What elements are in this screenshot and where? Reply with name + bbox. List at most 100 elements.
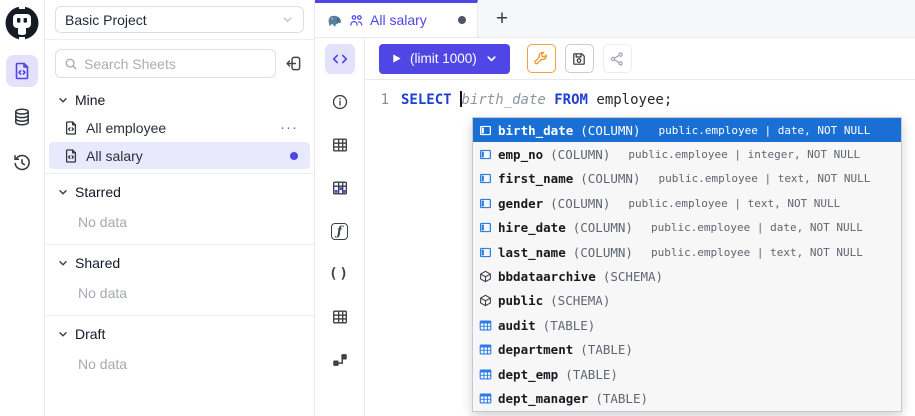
empty-state-text: No data [45, 347, 314, 382]
chevron-down-icon [485, 52, 498, 65]
ghost-suggestion-text: birth_date [462, 92, 546, 108]
chevron-down-icon [57, 94, 69, 106]
suggest-item[interactable]: dept_emp (TABLE) [473, 362, 901, 386]
suggest-item[interactable]: emp_no (COLUMN) public.employee | intege… [473, 142, 901, 166]
active-sheet-dot [290, 152, 298, 160]
rail-history-button[interactable] [6, 147, 38, 179]
main-body: ƒ () [315, 38, 915, 416]
empty-state-text: No data [45, 276, 314, 311]
suggest-item[interactable]: hire_date (COLUMN) public.employee | dat… [473, 216, 901, 240]
table-icon [479, 368, 492, 381]
table-icon [479, 392, 492, 405]
suggest-item[interactable]: birth_date (COLUMN) public.employee | da… [473, 118, 901, 142]
rail-databases-button[interactable] [6, 101, 38, 133]
search-sheets-input[interactable] [84, 56, 267, 72]
sheet-code-icon [12, 61, 32, 81]
section-mine[interactable]: Mine [45, 86, 314, 113]
column-icon [479, 197, 492, 210]
column-icon [479, 148, 492, 161]
column-icon [479, 221, 492, 234]
suggest-item[interactable]: first_name (COLUMN) public.employee | te… [473, 167, 901, 191]
column-icon [479, 246, 492, 259]
column-icon [479, 124, 492, 137]
sheet-icon [63, 148, 79, 164]
sheet-item-label: All salary [86, 148, 283, 164]
sheet-item-all-employee[interactable]: All employee ··· [49, 114, 310, 141]
table-highlight-icon [331, 179, 349, 197]
share-button[interactable] [603, 44, 632, 73]
left-rail [0, 0, 45, 416]
strip-code-button[interactable] [325, 44, 355, 74]
autocomplete-dropdown: birth_date (COLUMN) public.employee | da… [472, 117, 902, 412]
section-draft[interactable]: Draft [45, 320, 314, 347]
table-icon [479, 343, 492, 356]
empty-state-text: No data [45, 205, 314, 240]
project-select-row: Basic Project [45, 0, 314, 40]
sheet-item-label: All employee [86, 120, 273, 136]
strip-tables-button[interactable] [325, 130, 355, 160]
play-icon [391, 53, 402, 64]
add-tab-button[interactable]: + [487, 4, 517, 34]
main-area: All salary + [315, 0, 915, 416]
section-starred[interactable]: Starred [45, 178, 314, 205]
editor-column: (limit 1000) [365, 38, 915, 416]
table-icon [479, 319, 492, 332]
strip-table-data-button[interactable] [325, 173, 355, 203]
section-label: Mine [75, 92, 105, 108]
suggest-item[interactable]: gender (COLUMN) public.employee | text, … [473, 191, 901, 215]
editor-toolbar: (limit 1000) [365, 38, 915, 80]
unsaved-indicator-dot [458, 16, 466, 24]
chevron-down-icon [57, 328, 69, 340]
import-sheet-button[interactable] [283, 53, 304, 74]
tab-bar: All salary + [315, 0, 915, 38]
parentheses-icon: () [329, 266, 350, 282]
strip-schema-diagram-button[interactable] [325, 345, 355, 375]
suggest-item[interactable]: department (TABLE) [473, 338, 901, 362]
info-icon [331, 93, 349, 111]
bytebase-logo-icon[interactable] [4, 5, 40, 41]
sheet-item-all-salary[interactable]: All salary [49, 142, 310, 169]
run-query-button[interactable]: (limit 1000) [379, 44, 510, 74]
sheet-sidebar: Basic Project [45, 0, 315, 416]
code-icon [331, 50, 349, 68]
format-sql-button[interactable] [527, 44, 556, 73]
chevron-down-icon [57, 186, 69, 198]
suggest-item[interactable]: bbdataarchive (SCHEMA) [473, 264, 901, 288]
sql-keyword: SELECT [401, 92, 460, 108]
sql-keyword: FROM [546, 92, 597, 108]
search-box [55, 49, 276, 78]
save-sheet-button[interactable] [565, 44, 594, 73]
section-label: Shared [75, 255, 120, 271]
sql-text: employee; [596, 92, 672, 108]
shared-people-icon [349, 13, 364, 28]
tab-all-salary[interactable]: All salary [315, 0, 478, 37]
section-label: Draft [75, 326, 105, 342]
rail-sheets-button[interactable] [6, 55, 38, 87]
line-number: 1 [365, 89, 401, 416]
strip-parentheses-button[interactable]: () [325, 259, 355, 289]
strip-info-button[interactable] [325, 87, 355, 117]
more-actions-icon[interactable]: ··· [280, 123, 298, 133]
tab-label: All salary [370, 12, 452, 28]
suggest-item[interactable]: public (SCHEMA) [473, 289, 901, 313]
suggest-item[interactable]: dept_manager (TABLE) [473, 386, 901, 410]
column-icon [479, 172, 492, 185]
schema-cube-icon [479, 294, 492, 307]
strip-table-list-button[interactable] [325, 302, 355, 332]
suggest-item[interactable]: last_name (COLUMN) public.employee | tex… [473, 240, 901, 264]
postgresql-elephant-icon [326, 12, 343, 29]
schema-cube-icon [479, 270, 492, 283]
wrench-icon [533, 51, 549, 67]
table-icon [331, 136, 349, 154]
database-icon [12, 107, 32, 127]
suggest-item[interactable]: audit (TABLE) [473, 313, 901, 337]
save-icon [571, 51, 587, 67]
strip-functions-button[interactable]: ƒ [325, 216, 355, 246]
section-shared[interactable]: Shared [45, 249, 314, 276]
project-select[interactable]: Basic Project [55, 6, 304, 33]
share-icon [609, 51, 625, 67]
search-icon [64, 57, 78, 71]
sheet-tree: Mine All employee ··· [45, 82, 314, 416]
import-icon [285, 55, 302, 72]
sql-editor-app: Basic Project [0, 0, 915, 416]
